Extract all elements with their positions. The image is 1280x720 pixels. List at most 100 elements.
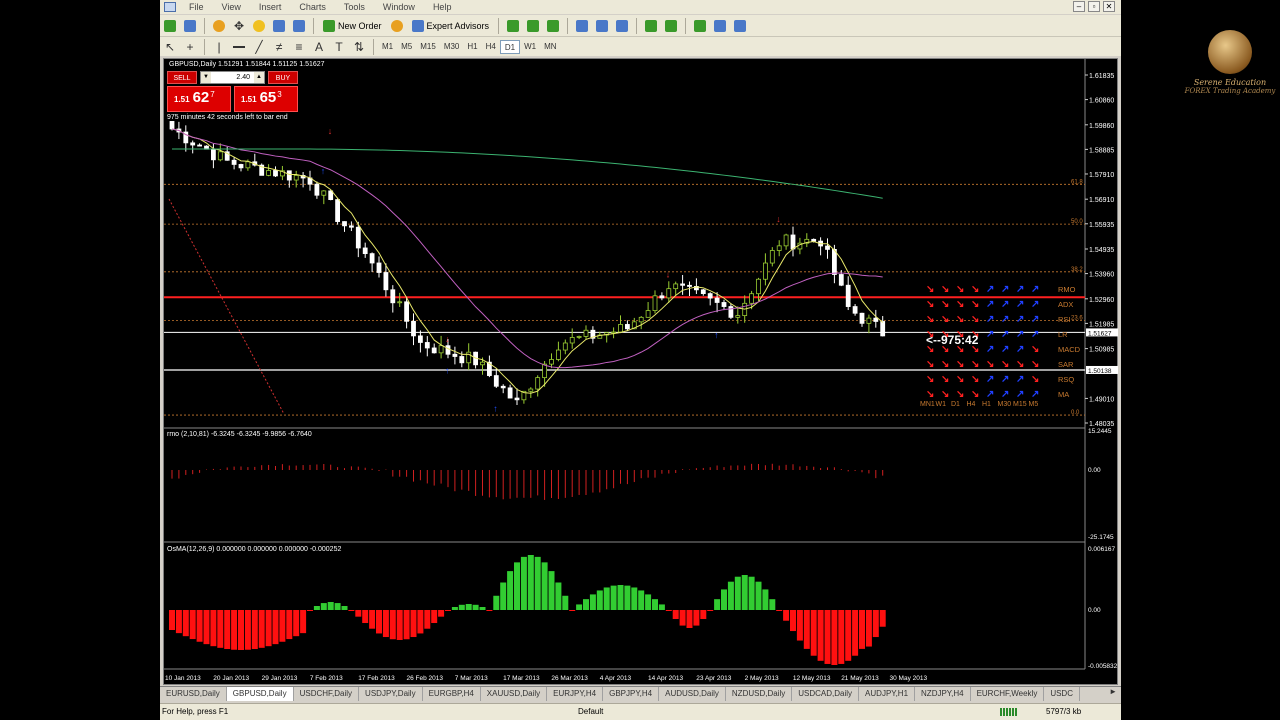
zoom-in-button[interactable] [573,17,591,35]
menu-view[interactable]: View [213,2,250,12]
line-chart-button[interactable] [544,17,562,35]
osma-negative-bar [244,610,251,650]
arrows-tool[interactable]: ⇅ [350,38,368,56]
bar-chart-button[interactable] [504,17,522,35]
chart-tab[interactable]: EURJPY,H4 [547,687,604,701]
candle-body [383,272,389,291]
osma-positive-bar [769,599,776,610]
navigator-button[interactable] [250,17,268,35]
timeframe-m15[interactable]: M15 [416,40,440,54]
market-watch-button[interactable] [210,17,228,35]
menu-help[interactable]: Help [424,2,461,12]
expert-advisors-button[interactable]: Expert Advisors [408,17,494,35]
timeframe-mn[interactable]: MN [540,40,560,54]
chart-canvas[interactable]: 1.61835 1.60860 1.59860 1.58885 1.57910 1.569… [164,59,1119,686]
chart-tab[interactable]: GBPJPY,H4 [603,687,660,701]
terminal-button[interactable] [270,17,288,35]
lot-increase-icon[interactable]: ▲ [254,72,264,83]
sell-button[interactable]: SELL [167,71,197,84]
horizontal-line-tool[interactable] [230,38,248,56]
label-tool[interactable]: T [330,38,348,56]
data-window-button[interactable]: ✥ [230,17,248,35]
restore-button[interactable]: ▫ [1088,1,1100,12]
buy-price-button[interactable]: 1.51 65 3 [234,86,298,112]
minimize-button[interactable]: – [1073,1,1085,12]
chart-tab[interactable]: NZDJPY,H4 [915,687,971,701]
sell-price-button[interactable]: 1.51 62 7 [167,86,231,112]
new-order-button[interactable]: New Order [319,17,386,35]
chart-tab[interactable]: USDCAD,Daily [792,687,860,701]
strategy-tester-button[interactable] [290,17,308,35]
up-signal-arrow-icon: ↗ [986,299,994,310]
timeframe-m1[interactable]: M1 [378,40,397,54]
timeframe-d1[interactable]: D1 [499,39,521,54]
candle-body [342,221,347,227]
metaeditor-button[interactable] [388,17,406,35]
down-signal-arrow-icon: ↘ [941,389,949,400]
sell-price-prefix: 1.51 [174,95,190,104]
candle-body [197,144,202,147]
channel-tool[interactable]: ≠ [270,38,288,56]
menu-file[interactable]: File [180,2,213,12]
menu-insert[interactable]: Insert [250,2,291,12]
chart-tab[interactable]: EURGBP,H4 [423,687,481,701]
close-button[interactable]: ✕ [1103,1,1115,12]
indicators-button[interactable] [691,17,709,35]
new-chart-button[interactable] [161,17,179,35]
trendline-tool[interactable]: ╱ [250,38,268,56]
vertical-line-tool[interactable]: | [210,38,228,56]
chart-area[interactable]: 1.61835 1.60860 1.59860 1.58885 1.57910 1.569… [163,58,1118,685]
chart-tab[interactable]: AUDUSD,Daily [659,687,726,701]
horizontal-line-icon [233,45,245,48]
text-tool[interactable]: A [310,38,328,56]
zoom-out-icon [596,19,609,32]
chart-tab[interactable]: EURUSD,Daily [160,687,227,701]
osma-negative-bar [224,610,231,650]
osma-negative-bar [182,610,189,637]
candlestick-button[interactable] [524,17,542,35]
timeframe-w1[interactable]: W1 [520,40,540,54]
down-signal-arrow-icon: ↘ [956,299,964,310]
menu-tools[interactable]: Tools [335,2,374,12]
candle-body [445,345,451,355]
chart-tab[interactable]: USDCHF,Daily [294,687,360,701]
date-tick-label: 26 Mar 2013 [551,675,588,682]
price-tick-label: 1.52960 [1089,297,1114,304]
candle-body [217,151,223,161]
timeframe-m5[interactable]: M5 [397,40,416,54]
chart-shift-button[interactable] [642,17,660,35]
buy-button[interactable]: BUY [268,71,298,84]
autoscroll-button[interactable] [662,17,680,35]
lot-decrease-icon[interactable]: ▼ [201,72,211,83]
tab-scroll-arrow-icon[interactable]: ► [1109,687,1117,696]
chart-tab[interactable]: USDJPY,Daily [359,687,423,701]
menu-window[interactable]: Window [374,2,424,12]
chart-shift-icon [645,19,658,32]
timeframe-m30[interactable]: M30 [440,40,464,54]
menu-charts[interactable]: Charts [290,2,335,12]
zoom-out-button[interactable] [593,17,611,35]
chart-tab[interactable]: EURCHF,Weekly [971,687,1045,701]
fibonacci-tool[interactable]: ≡ [290,38,308,56]
chart-tab[interactable]: USDC [1044,687,1080,701]
timeframe-h1[interactable]: H1 [463,40,481,54]
templates-button[interactable] [731,17,749,35]
profiles-button[interactable] [181,17,199,35]
osma-negative-bar [210,610,217,647]
osma-positive-bar [624,585,631,610]
trendline-icon: ╱ [255,39,263,54]
periods-button[interactable] [711,17,729,35]
chart-tab[interactable]: AUDJPY,H1 [859,687,916,701]
cursor-tool[interactable]: ↖ [161,38,179,56]
timeframe-h4[interactable]: H4 [482,40,500,54]
chart-tab[interactable]: XAUUSD,Daily [481,687,548,701]
chart-tab[interactable]: NZDUSD,Daily [726,687,793,701]
candle-body [873,317,879,322]
up-signal-arrow-icon: ↗ [1016,344,1024,355]
tile-windows-button[interactable] [613,17,631,35]
down-signal-arrow-icon: ↘ [956,314,964,325]
chart-tab[interactable]: GBPUSD,Daily [226,687,294,701]
crosshair-tool[interactable]: + [181,38,199,56]
sell-price-pips: 62 [192,89,210,106]
down-signal-arrow-icon: ↘ [941,299,949,310]
